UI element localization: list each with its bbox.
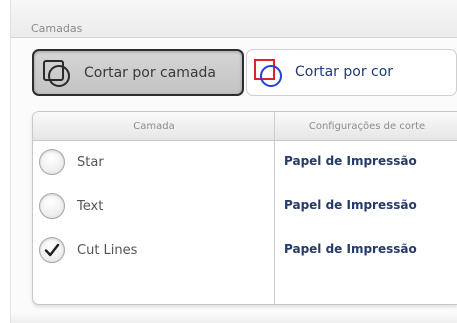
layer-checkbox-star[interactable] xyxy=(39,149,65,175)
layer-name: Star xyxy=(77,155,104,170)
column-header-cut-settings[interactable]: Configurações de corte xyxy=(276,121,457,132)
cut-by-color-button[interactable]: Cortar por cor xyxy=(246,49,457,96)
column-header-layer[interactable]: Camada xyxy=(33,121,275,132)
cut-setting-value[interactable]: Papel de Impressão xyxy=(284,198,417,212)
layers-table: Camada Configurações de corte Star Papel… xyxy=(32,111,457,305)
cut-setting-value[interactable]: Papel de Impressão xyxy=(284,154,417,168)
panel-header: Camadas xyxy=(11,0,457,38)
checkmark-icon xyxy=(44,243,60,257)
table-header: Camada Configurações de corte xyxy=(33,112,457,141)
table-row: Star Papel de Impressão xyxy=(33,148,457,192)
panel-bottom-shade xyxy=(11,313,457,323)
layer-checkbox-cut-lines[interactable] xyxy=(39,237,65,263)
cut-by-layer-label: Cortar por camada xyxy=(84,65,216,81)
layer-checkbox-text[interactable] xyxy=(39,193,65,219)
cut-by-color-label: Cortar por cor xyxy=(295,64,394,80)
table-row: Cut Lines Papel de Impressão xyxy=(33,236,457,280)
layer-name: Text xyxy=(77,199,104,214)
cut-setting-value[interactable]: Papel de Impressão xyxy=(284,242,417,256)
panel-title: Camadas xyxy=(31,22,83,35)
cut-by-layer-button[interactable]: Cortar por camada xyxy=(32,49,244,96)
layer-name: Cut Lines xyxy=(77,243,138,258)
cut-by-color-icon xyxy=(254,59,282,87)
cut-by-layer-icon xyxy=(43,60,70,87)
table-row: Text Papel de Impressão xyxy=(33,192,457,236)
